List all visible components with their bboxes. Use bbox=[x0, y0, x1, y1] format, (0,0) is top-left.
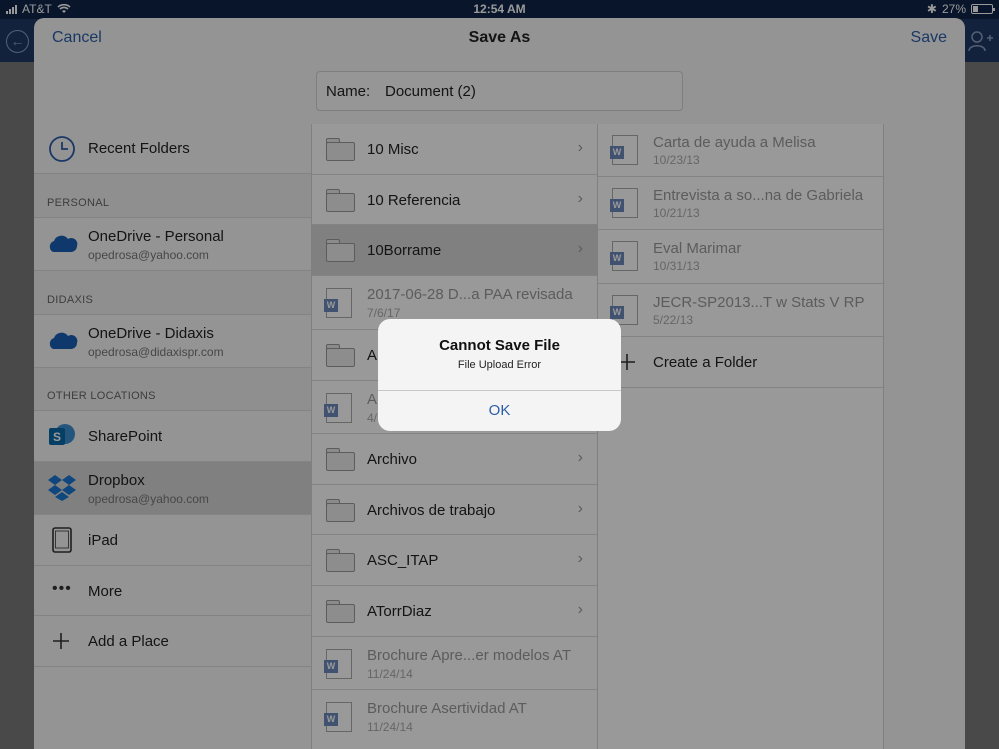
alert-message: File Upload Error bbox=[457, 359, 542, 371]
error-alert: Cannot Save File File Upload Error OK bbox=[378, 319, 621, 431]
ok-button[interactable]: OK bbox=[378, 391, 621, 431]
alert-title: Cannot Save File bbox=[439, 337, 560, 354]
